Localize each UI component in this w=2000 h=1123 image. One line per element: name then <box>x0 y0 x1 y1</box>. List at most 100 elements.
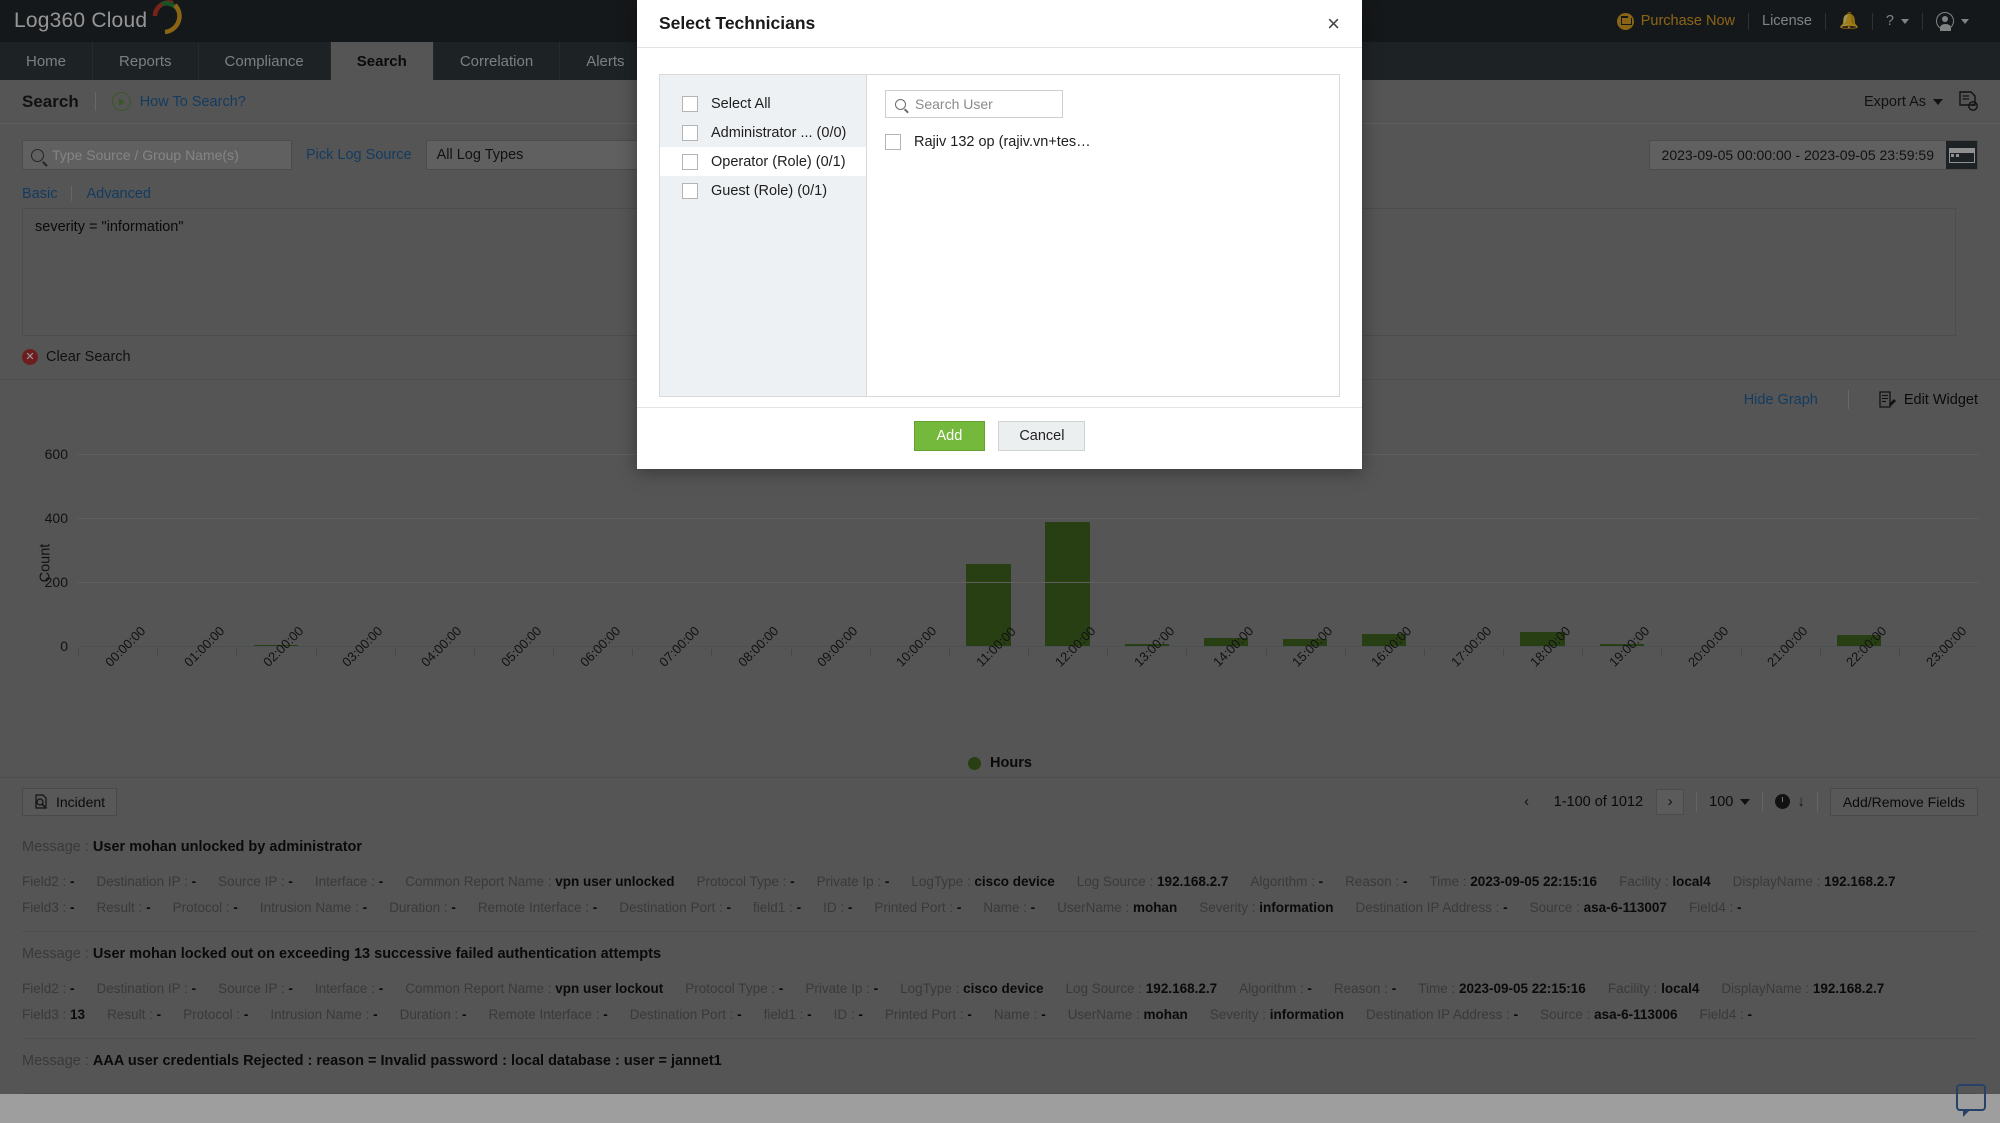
log-source-input[interactable] <box>52 147 283 163</box>
chart-y-tick-label: 0 <box>60 638 68 654</box>
bell-icon: 🔔 <box>1839 11 1859 31</box>
log-entry[interactable]: Message : AAA user credentials Rejected … <box>22 1039 1978 1094</box>
nav-tab-reports[interactable]: Reports <box>93 42 199 80</box>
log-field: Facility : local4 <box>1608 976 1700 1002</box>
search-user-input[interactable] <box>915 96 1053 112</box>
nav-tab-home[interactable]: Home <box>0 42 93 80</box>
close-icon[interactable]: × <box>1327 13 1340 35</box>
role-label: Operator (Role) (0/1) <box>711 154 846 170</box>
role-list-item[interactable]: Guest (Role) (0/1) <box>660 176 866 205</box>
pick-log-source-link[interactable]: Pick Log Source <box>306 147 412 163</box>
page-info: 1-100 of 1012 <box>1541 794 1657 810</box>
log-message: Message : AAA user credentials Rejected … <box>22 1053 1978 1069</box>
account-menu[interactable] <box>1923 12 1982 30</box>
per-page-select[interactable]: 100 <box>1709 794 1750 810</box>
log-field: Field3 : - <box>22 895 75 921</box>
log-field: Source IP : - <box>218 869 293 895</box>
date-range-value: 2023-09-05 00:00:00 - 2023-09-05 23:59:5… <box>1650 147 1946 163</box>
log-field: Reason : - <box>1345 869 1407 895</box>
chart-legend: Hours <box>0 713 2000 771</box>
log-source-input-wrap[interactable] <box>22 140 292 170</box>
role-list-item[interactable]: Operator (Role) (0/1) <box>660 147 866 176</box>
log-field-row: Field3 : 13Result : -Protocol : -Intrusi… <box>22 1002 1978 1028</box>
scheduled-export-icon[interactable] <box>1959 91 1978 112</box>
chart-x-tick <box>236 649 237 656</box>
play-icon[interactable] <box>112 92 131 111</box>
log-field: Severity : information <box>1210 1002 1344 1028</box>
role-list-item[interactable]: Administrator ... (0/0) <box>660 118 866 147</box>
log-field: Severity : information <box>1199 895 1333 921</box>
nav-tab-compliance[interactable]: Compliance <box>199 42 331 80</box>
log-field: DisplayName : 192.168.2.7 <box>1733 869 1896 895</box>
log-field: Source : asa-6-113006 <box>1540 1002 1677 1028</box>
log-field: Protocol Type : - <box>685 976 783 1002</box>
divider <box>71 186 72 201</box>
checkbox[interactable] <box>885 134 901 150</box>
divider <box>95 92 96 111</box>
incident-button[interactable]: Incident <box>22 788 117 816</box>
cancel-button[interactable]: Cancel <box>998 421 1085 451</box>
nav-tab-label: Correlation <box>460 53 533 70</box>
chat-support-button[interactable] <box>1956 1084 1986 1111</box>
next-page-button[interactable]: › <box>1656 789 1684 815</box>
edit-widget-button[interactable]: Edit Widget <box>1879 391 1978 409</box>
chevron-down-icon <box>1933 99 1943 105</box>
cart-icon <box>1617 13 1634 30</box>
help-menu[interactable]: ? <box>1873 13 1922 29</box>
log-entry[interactable]: Message : User mohan locked out on excee… <box>22 932 1978 1039</box>
log-message: Message : User mohan unlocked by adminis… <box>22 839 1978 855</box>
log-field: DisplayName : 192.168.2.7 <box>1721 976 1884 1002</box>
calendar-button[interactable] <box>1946 141 1977 169</box>
log-field: Field4 : - <box>1699 1002 1752 1028</box>
checkbox[interactable] <box>682 183 698 199</box>
prev-page-button[interactable]: ‹ <box>1513 789 1541 815</box>
notifications-button[interactable]: 🔔 <box>1826 11 1872 31</box>
chart-gridline: 0 <box>78 646 1978 647</box>
log-entry[interactable]: Message : User mohan unlocked by adminis… <box>22 825 1978 932</box>
chart-x-tick <box>1424 649 1425 656</box>
user-list-item[interactable]: Rajiv 132 op (rajiv.vn+tes… <box>885 134 1321 150</box>
legend-color-swatch <box>968 757 981 770</box>
hide-graph-link[interactable]: Hide Graph <box>1744 392 1818 408</box>
app-logo[interactable]: Log360 Cloud <box>0 4 187 38</box>
user-list: Rajiv 132 op (rajiv.vn+tes… <box>885 134 1321 150</box>
how-to-search-link[interactable]: How To Search? <box>140 94 246 110</box>
add-button[interactable]: Add <box>914 421 986 451</box>
checkbox[interactable] <box>682 125 698 141</box>
nav-tab-correlation[interactable]: Correlation <box>434 42 560 80</box>
clock-icon <box>1775 794 1790 809</box>
nav-tab-search[interactable]: Search <box>331 42 434 80</box>
edit-widget-icon <box>1879 391 1896 409</box>
user-label: Rajiv 132 op (rajiv.vn+tes… <box>914 134 1091 150</box>
help-label: ? <box>1886 13 1894 29</box>
chart-x-tick <box>1345 649 1346 656</box>
sort-by-time-button[interactable]: ↓ <box>1775 793 1805 810</box>
chart-y-tick-label: 200 <box>45 574 68 590</box>
user-search-wrap[interactable] <box>885 90 1063 118</box>
date-range-picker[interactable]: 2023-09-05 00:00:00 - 2023-09-05 23:59:5… <box>1649 140 1978 170</box>
log-field: Destination Port : - <box>619 895 731 921</box>
log-field: Field2 : - <box>22 869 75 895</box>
log-field: Interface : - <box>315 869 383 895</box>
chart-gridline: 200 <box>78 582 1978 583</box>
role-list-item[interactable]: Select All <box>660 89 866 118</box>
nav-tab-label: Search <box>357 53 407 70</box>
calendar-icon <box>1949 148 1975 163</box>
license-button[interactable]: License <box>1749 13 1825 29</box>
log-field: UserName : mohan <box>1068 1002 1188 1028</box>
log-field: LogType : cisco device <box>911 869 1054 895</box>
app-root: Log360 Cloud Purchase Now <box>0 0 2000 1123</box>
tab-basic[interactable]: Basic <box>22 186 71 208</box>
purchase-now-button[interactable]: Purchase Now <box>1604 13 1748 30</box>
log-type-select[interactable]: All Log Types <box>426 140 656 170</box>
log-field: Algorithm : - <box>1250 869 1323 895</box>
log-field: Protocol : - <box>173 895 238 921</box>
checkbox[interactable] <box>682 96 698 112</box>
checkbox[interactable] <box>682 154 698 170</box>
log-field: Destination IP : - <box>97 869 197 895</box>
export-as-button[interactable]: Export As <box>1864 94 1943 110</box>
add-remove-fields-button[interactable]: Add/Remove Fields <box>1830 788 1978 816</box>
log-type-value: All Log Types <box>437 147 524 163</box>
tab-advanced[interactable]: Advanced <box>86 186 165 208</box>
log-field: Private Ip : - <box>817 869 890 895</box>
